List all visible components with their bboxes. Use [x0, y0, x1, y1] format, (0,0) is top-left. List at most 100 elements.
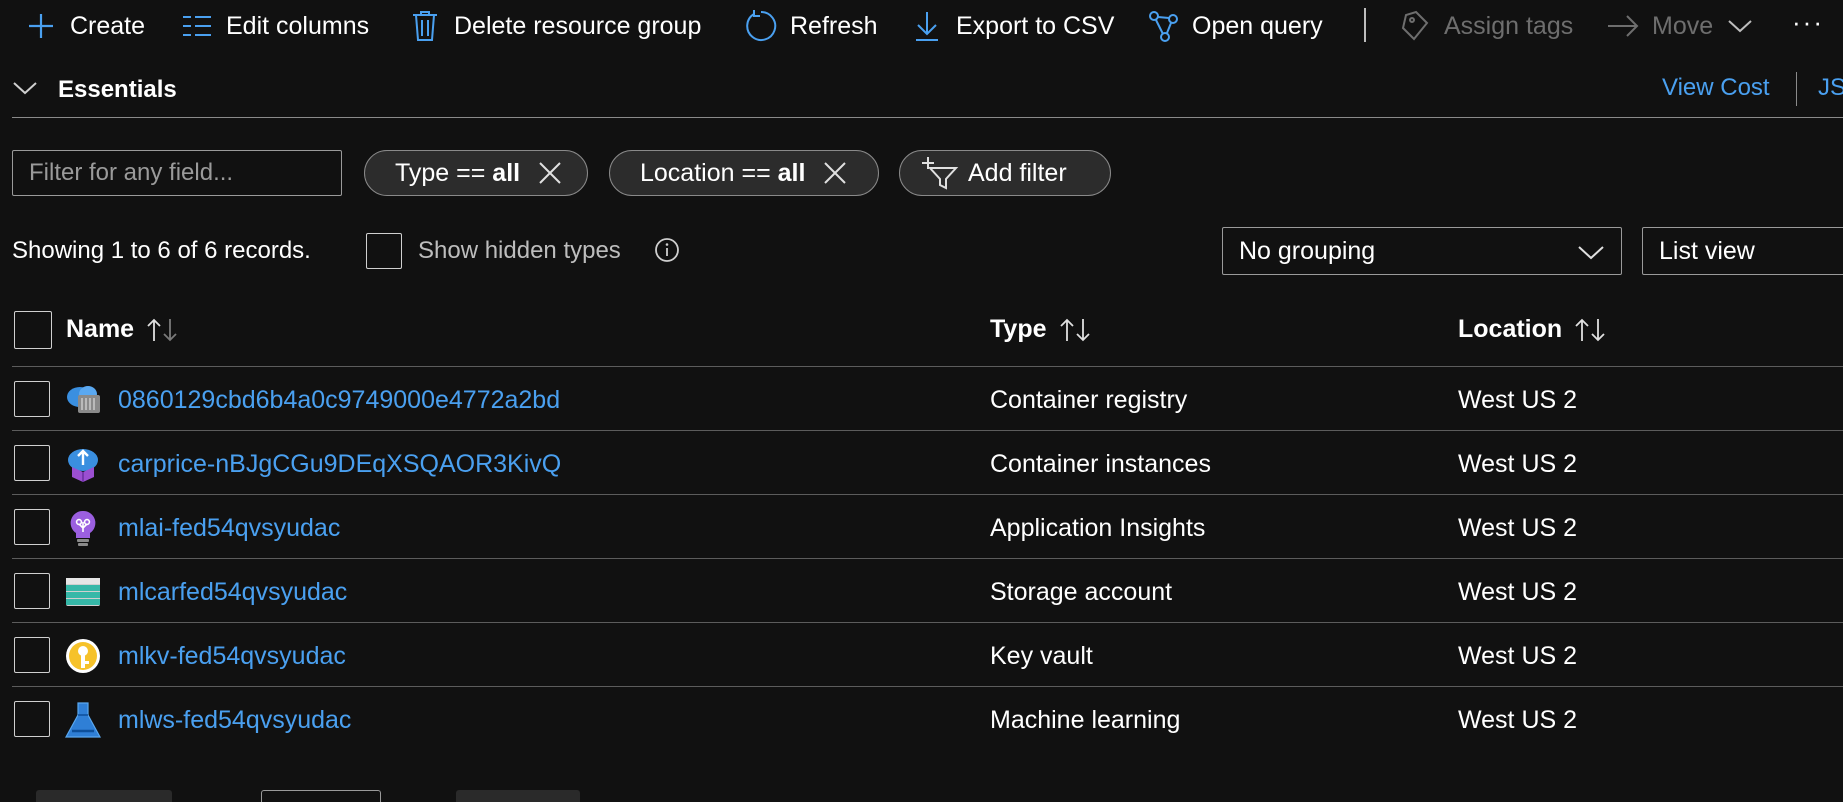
container-registry-icon	[64, 381, 102, 419]
type-filter-prefix: Type ==	[395, 158, 493, 187]
refresh-label: Refresh	[790, 11, 878, 40]
resource-type: Storage account	[990, 578, 1173, 606]
location-filter-value: all	[777, 158, 806, 187]
resource-location: West US 2	[1458, 514, 1578, 542]
delete-resource-group-button[interactable]: Delete resource group	[408, 4, 701, 48]
resource-name-link[interactable]: carprice-nBJgCGu9DEqXSQAOR3KivQ	[118, 450, 561, 479]
filter-input[interactable]	[12, 150, 342, 196]
view-value: List view	[1659, 236, 1755, 265]
records-count: Showing 1 to 6 of 6 records.	[12, 237, 311, 264]
location-filter-prefix: Location ==	[640, 158, 778, 187]
sort-icon	[1059, 317, 1093, 343]
view-dropdown[interactable]: List view	[1642, 227, 1843, 275]
resource-type: Container instances	[990, 450, 1211, 478]
table-row: mlws-fed54qvsyudac Machine learning West…	[0, 687, 1843, 751]
grouping-value: No grouping	[1239, 236, 1376, 265]
delete-resource-group-label: Delete resource group	[454, 11, 702, 40]
move-button[interactable]: Move	[1606, 4, 1757, 48]
resource-type: Application Insights	[990, 514, 1206, 542]
essentials-divider	[1796, 72, 1797, 106]
resource-name-link[interactable]: mlai-fed54qvsyudac	[118, 514, 340, 543]
type-column-header[interactable]: Type	[990, 315, 1093, 344]
refresh-button[interactable]: Refresh	[744, 4, 878, 48]
row-checkbox[interactable]	[14, 381, 50, 417]
resource-location: West US 2	[1458, 706, 1578, 734]
chevron-down-icon	[12, 79, 38, 102]
type-header-label: Type	[990, 315, 1047, 343]
select-all-checkbox[interactable]	[14, 311, 52, 349]
resource-location: West US 2	[1458, 642, 1578, 670]
more-icon: ···	[1792, 6, 1824, 37]
machine-learning-icon	[64, 701, 102, 739]
add-filter-label: Add filter	[968, 158, 1067, 187]
storage-account-icon	[64, 573, 102, 611]
name-header-label: Name	[66, 315, 135, 343]
add-filter-button[interactable]: Add filter	[899, 150, 1111, 196]
tag-icon	[1398, 9, 1432, 43]
show-hidden-types-label: Show hidden types	[418, 237, 621, 264]
view-cost-link[interactable]: View Cost	[1662, 74, 1770, 102]
row-checkbox[interactable]	[14, 637, 50, 673]
more-actions-button[interactable]: ···	[1792, 0, 1824, 44]
previous-page-button[interactable]	[36, 790, 172, 802]
container-instances-icon	[64, 445, 102, 483]
columns-icon	[180, 9, 214, 43]
command-bar: Create Edit columns Delete resource grou…	[0, 0, 1843, 52]
name-column-header[interactable]: Name	[66, 315, 180, 344]
edit-columns-button[interactable]: Edit columns	[180, 4, 369, 48]
sort-icon	[1574, 317, 1608, 343]
type-filter-pill[interactable]: Type == all	[364, 150, 588, 196]
grouping-dropdown[interactable]: No grouping	[1222, 227, 1622, 275]
query-graph-icon	[1146, 9, 1180, 43]
table-row: mlcarfed54qvsyudac Storage account West …	[0, 559, 1843, 623]
resource-location: West US 2	[1458, 578, 1578, 606]
row-checkbox[interactable]	[14, 509, 50, 545]
resource-location: West US 2	[1458, 386, 1578, 414]
location-column-header[interactable]: Location	[1458, 315, 1608, 344]
resource-name-link[interactable]: mlkv-fed54qvsyudac	[118, 642, 346, 671]
resource-name-link[interactable]: mlcarfed54qvsyudac	[118, 578, 347, 607]
close-icon[interactable]	[819, 157, 851, 189]
open-query-button[interactable]: Open query	[1146, 4, 1323, 48]
resource-name-link[interactable]: 0860129cbd6b4a0c9749000e4772a2bd	[118, 386, 560, 415]
open-query-label: Open query	[1192, 11, 1323, 40]
row-checkbox[interactable]	[14, 445, 50, 481]
assign-tags-label: Assign tags	[1444, 11, 1574, 40]
create-label: Create	[70, 11, 146, 40]
json-view-link[interactable]: JS	[1818, 74, 1843, 102]
application-insights-icon	[64, 509, 102, 547]
essentials-toggle[interactable]: Essentials	[12, 70, 177, 110]
essentials-rule	[12, 117, 1843, 118]
plus-icon	[24, 9, 58, 43]
table-row: mlkv-fed54qvsyudac Key vault West US 2	[0, 623, 1843, 687]
arrow-right-icon	[1606, 9, 1640, 43]
next-page-button[interactable]	[456, 790, 580, 802]
location-filter-pill[interactable]: Location == all	[609, 150, 879, 196]
essentials-title: Essentials	[58, 76, 177, 103]
resource-type: Machine learning	[990, 706, 1181, 734]
row-checkbox[interactable]	[14, 701, 50, 737]
table-row: 0860129cbd6b4a0c9749000e4772a2bd Contain…	[0, 367, 1843, 431]
trash-icon	[408, 9, 442, 43]
close-icon[interactable]	[534, 157, 566, 189]
info-icon[interactable]	[654, 237, 680, 268]
refresh-icon	[744, 9, 778, 43]
table-row: mlai-fed54qvsyudac Application Insights …	[0, 495, 1843, 559]
resource-location: West US 2	[1458, 450, 1578, 478]
create-button[interactable]: Create	[24, 4, 145, 48]
row-checkbox[interactable]	[14, 573, 50, 609]
export-csv-label: Export to CSV	[956, 11, 1115, 40]
table-row: carprice-nBJgCGu9DEqXSQAOR3KivQ Containe…	[0, 431, 1843, 495]
toolbar-divider	[1364, 8, 1366, 42]
resource-type: Key vault	[990, 642, 1093, 670]
chevron-down-icon	[1577, 240, 1605, 269]
edit-columns-label: Edit columns	[226, 11, 370, 40]
add-filter-icon	[920, 156, 960, 190]
export-csv-button[interactable]: Export to CSV	[910, 4, 1114, 48]
page-number-dropdown[interactable]	[261, 790, 381, 802]
resource-name-link[interactable]: mlws-fed54qvsyudac	[118, 706, 351, 735]
download-icon	[910, 9, 944, 43]
assign-tags-button[interactable]: Assign tags	[1398, 4, 1573, 48]
show-hidden-types-checkbox[interactable]	[366, 233, 402, 269]
sort-icon	[146, 317, 180, 343]
